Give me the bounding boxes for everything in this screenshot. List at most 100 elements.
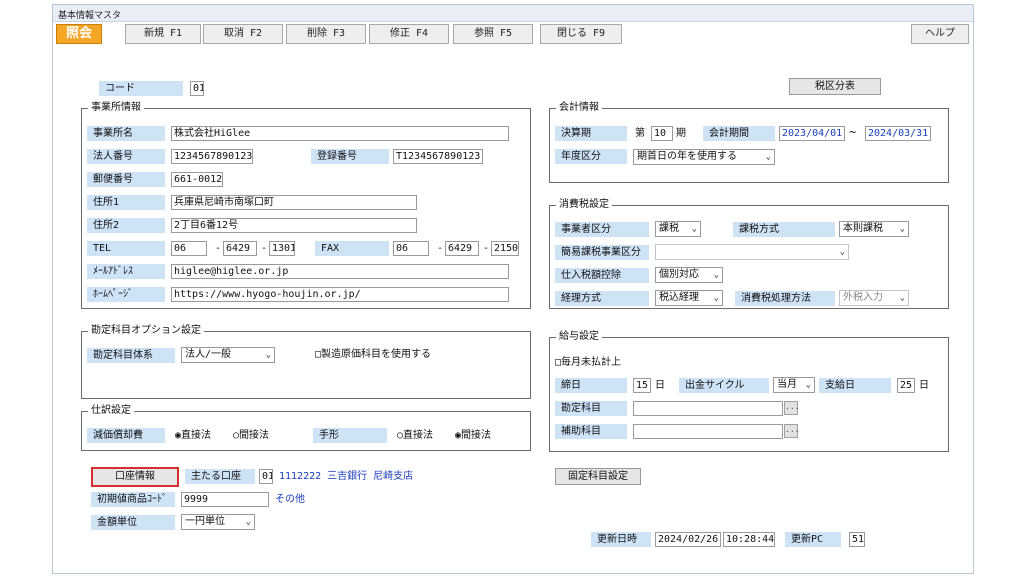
fax-label: FAX [315, 241, 389, 256]
modify-button[interactable]: 修正 F4 [369, 24, 449, 44]
simple-tax-label: 簡易課税事業区分 [555, 245, 649, 260]
zip-field[interactable]: 661-0012 [171, 172, 223, 187]
tel-label: TEL [87, 241, 165, 256]
new-button[interactable]: 新規 F1 [125, 24, 201, 44]
year-type-select[interactable]: 期首日の年を使用する ⌄ [633, 149, 775, 165]
tax-method-value: 本則課税 [843, 223, 883, 234]
depreciation-direct-radio[interactable]: ◉直接法 [175, 428, 211, 443]
business-type-label: 事業者区分 [555, 222, 649, 237]
payroll-account-lookup-button[interactable]: ... [784, 401, 799, 415]
fax-dash-1: - [437, 243, 444, 254]
tel-area-field[interactable]: 06 [171, 241, 207, 256]
help-button[interactable]: ヘルプ [911, 24, 969, 44]
chevron-down-icon: ⌄ [713, 270, 719, 280]
reference-button[interactable]: 参照 F5 [453, 24, 533, 44]
simple-tax-select[interactable]: ⌄ [655, 244, 849, 260]
amount-unit-select[interactable]: 一円単位 ⌄ [181, 514, 255, 530]
tax-method-select[interactable]: 本則課税 ⌄ [839, 221, 909, 237]
account-system-select[interactable]: 法人/一般 ⌄ [181, 347, 275, 363]
account-options-title: 勘定科目オプション設定 [88, 325, 204, 337]
account-system-label: 勘定科目体系 [87, 348, 175, 363]
mode-badge: 照会 [56, 24, 102, 44]
account-options-group: 勘定科目オプション設定 [81, 325, 531, 399]
tel-number-field[interactable]: 1301 [269, 241, 295, 256]
mail-field[interactable]: higlee@higlee.or.jp [171, 264, 509, 279]
input-tax-deduction-select[interactable]: 個別対応 ⌄ [655, 267, 723, 283]
chevron-down-icon: ⌄ [691, 224, 697, 234]
tax-processing-label: 消費税処理方法 [735, 291, 835, 306]
other-link[interactable]: その他 [275, 492, 305, 507]
zip-label: 郵便番号 [87, 172, 165, 187]
fax-area-field[interactable]: 06 [393, 241, 429, 256]
account-system-value: 法人/一般 [185, 349, 232, 360]
period-tilde: ~ [849, 125, 857, 139]
basic-info-master-window: 基本情報マスタ 照会 新規 F1 取消 F2 削除 F3 修正 F4 参照 F5… [52, 4, 974, 574]
year-type-value: 期首日の年を使用する [637, 151, 737, 162]
amount-unit-value: 一円単位 [185, 516, 225, 527]
code-field[interactable]: 01 [190, 81, 204, 96]
tax-method-label: 課税方式 [733, 222, 835, 237]
tel-local-field[interactable]: 6429 [223, 241, 257, 256]
mail-label: ﾒｰﾙｱﾄﾞﾚｽ [87, 264, 165, 279]
corp-no-field[interactable]: 1234567890123 [171, 149, 253, 164]
bill-label: 手形 [313, 428, 387, 443]
chevron-down-icon: ⌄ [245, 517, 251, 527]
fixed-account-setting-button[interactable]: 固定科目設定 [555, 468, 641, 485]
pay-day-unit: 日 [919, 380, 929, 391]
payroll-sub-account-label: 補助科目 [555, 424, 627, 439]
reg-no-field[interactable]: T1234567890123 [393, 149, 483, 164]
input-tax-deduction-label: 仕入税額控除 [555, 268, 649, 283]
tax-table-button[interactable]: 税区分表 [789, 78, 881, 95]
fax-number-field[interactable]: 2150 [491, 241, 519, 256]
chevron-down-icon: ⌄ [805, 380, 811, 390]
payroll-account-field[interactable] [633, 401, 783, 416]
tel-dash-2: - [261, 243, 268, 254]
depreciation-indirect-radio[interactable]: ○間接法 [233, 428, 269, 443]
bill-indirect-radio[interactable]: ◉間接法 [455, 428, 491, 443]
depreciation-label: 減価償却費 [87, 428, 165, 443]
chevron-down-icon: ⌄ [265, 350, 271, 360]
input-tax-deduction-value: 個別対応 [659, 269, 699, 280]
fiscal-prefix: 第 [635, 128, 645, 139]
business-type-select[interactable]: 課税 ⌄ [655, 221, 701, 237]
payroll-sub-account-lookup-button[interactable]: ... [784, 424, 799, 438]
delete-button[interactable]: 削除 F3 [286, 24, 366, 44]
main-account-detail: 1112222 三吉銀行 尼崎支店 [279, 471, 414, 482]
chevron-down-icon: ⌄ [839, 247, 845, 257]
year-type-label: 年度区分 [555, 149, 627, 164]
address2-field[interactable]: 2丁目6番12号 [171, 218, 417, 233]
corp-no-label: 法人番号 [87, 149, 165, 164]
monthly-unpaid-checkbox[interactable]: □毎月未払計上 [555, 355, 621, 370]
period-end-field[interactable]: 2024/03/31 [865, 126, 931, 141]
tax-processing-select[interactable]: 外税入力 ⌄ [839, 290, 909, 306]
accounting-method-value: 税込経理 [659, 292, 699, 303]
address2-label: 住所2 [87, 218, 165, 233]
pay-day-label: 支給日 [819, 378, 891, 393]
accounting-group: 会計情報 [549, 102, 949, 183]
fax-local-field[interactable]: 6429 [445, 241, 479, 256]
payment-cycle-select[interactable]: 当月 ⌄ [773, 377, 815, 393]
payroll-sub-account-field[interactable] [633, 424, 783, 439]
mfg-cost-checkbox[interactable]: □製造原価科目を使用する [315, 347, 431, 362]
close-button[interactable]: 閉じる F9 [540, 24, 622, 44]
office-name-field[interactable]: 株式会社HiGlee [171, 126, 509, 141]
initial-product-code-field[interactable]: 9999 [181, 492, 269, 507]
window-title: 基本情報マスタ [53, 5, 973, 22]
main-account-label: 主たる口座 [185, 469, 255, 484]
period-start-field[interactable]: 2023/04/01 [779, 126, 845, 141]
pay-day-field[interactable]: 25 [897, 378, 915, 393]
address1-field[interactable]: 兵庫県尼崎市南塚口町 [171, 195, 417, 210]
updated-at-label: 更新日時 [591, 532, 651, 547]
bank-info-button[interactable]: 口座情報 [91, 467, 179, 487]
fiscal-term-field[interactable]: 10 [651, 126, 673, 141]
bill-direct-radio[interactable]: ○直接法 [397, 428, 433, 443]
closing-day-field[interactable]: 15 [633, 378, 651, 393]
payment-cycle-value: 当月 [777, 379, 797, 390]
homepage-field[interactable]: https://www.hyogo-houjin.or.jp/ [171, 287, 509, 302]
cancel-button[interactable]: 取消 F2 [203, 24, 283, 44]
main-account-number-field[interactable]: 01 [259, 469, 273, 484]
office-name-label: 事業所名 [87, 126, 165, 141]
accounting-method-select[interactable]: 税込経理 ⌄ [655, 290, 723, 306]
amount-unit-label: 金額単位 [91, 515, 175, 530]
updated-pc-field: 51 [849, 532, 865, 547]
